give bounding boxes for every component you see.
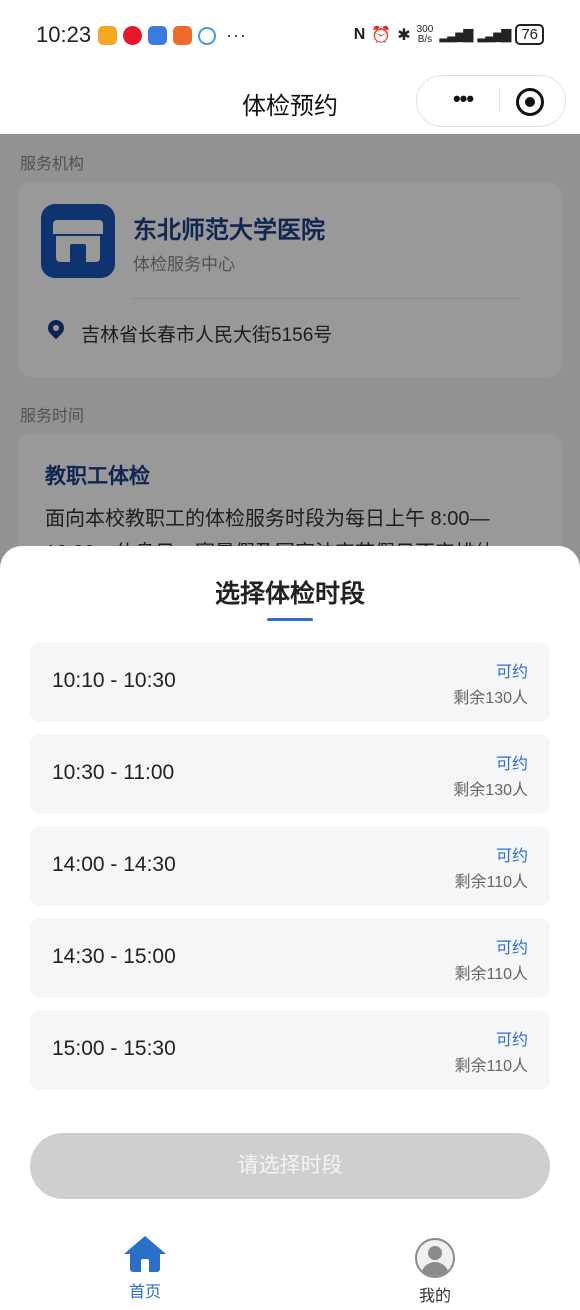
tab-home[interactable]: 首页 — [105, 1236, 185, 1302]
slot-time: 10:10 - 10:30 — [52, 669, 176, 692]
time-slot[interactable]: 10:10 - 10:30 可约 剩余130人 — [30, 642, 550, 722]
slot-time: 14:00 - 14:30 — [52, 853, 176, 876]
tab-me[interactable]: 我的 — [395, 1236, 475, 1306]
time-slot[interactable]: 14:30 - 15:00 可约 剩余110人 — [30, 918, 550, 998]
user-avatar-icon — [415, 1238, 455, 1278]
status-time: 10:23 — [36, 22, 92, 47]
slot-remaining: 剩余110人 — [454, 874, 528, 891]
tab-bar: 首页 我的 — [0, 1218, 580, 1310]
slot-remaining: 剩余110人 — [454, 1058, 528, 1075]
system-icons: N ⏰ ✱ 300 B/s ▂▃▅▇ ▂▃▅▇ 76 — [354, 24, 544, 45]
slot-remaining: 剩余130人 — [453, 690, 528, 707]
alarm-icon: ⏰ — [371, 26, 392, 44]
network-speed: 300 B/s — [416, 23, 434, 45]
capsule-divider — [499, 89, 500, 113]
signal-icon: ▂▃▅▇ — [477, 26, 511, 42]
slot-time: 15:00 - 15:30 — [52, 1037, 176, 1060]
time-slot[interactable]: 14:00 - 14:30 可约 剩余110人 — [30, 826, 550, 906]
bluetooth-icon: ✱ — [397, 26, 411, 44]
time-slot-sheet: 选择体检时段 10:10 - 10:30 可约 剩余130人 10:30 - 1… — [0, 546, 580, 1310]
app-notification-icon — [98, 26, 117, 45]
tab-me-label: 我的 — [418, 1288, 451, 1305]
message-icon — [198, 26, 216, 45]
slot-status: 可约 — [495, 848, 528, 865]
weibo-icon — [123, 26, 142, 45]
slot-status: 可约 — [495, 940, 528, 957]
status-bar: 10:23 ··· N ⏰ ✱ 300 B/s ▂▃▅▇ ▂▃▅▇ 76 — [0, 0, 580, 72]
tab-home-label: 首页 — [128, 1284, 161, 1301]
nfc-icon: N — [353, 25, 366, 43]
slot-time: 14:30 - 15:00 — [52, 945, 176, 968]
slot-time: 10:30 - 11:00 — [52, 761, 175, 784]
slot-remaining: 剩余130人 — [453, 782, 528, 799]
battery-icon: 76 — [515, 24, 544, 45]
app-notification-icon — [148, 26, 167, 45]
slot-status: 可约 — [495, 1032, 528, 1049]
slot-remaining: 剩余110人 — [454, 966, 528, 983]
home-icon — [124, 1236, 166, 1274]
time-slot[interactable]: 15:00 - 15:30 可约 剩余110人 — [30, 1010, 550, 1090]
slot-status: 可约 — [495, 664, 528, 681]
nav-bar: 体检预约 ••• — [0, 72, 580, 134]
select-time-button[interactable]: 请选择时段 — [30, 1133, 550, 1199]
sheet-title: 选择体检时段 — [214, 580, 365, 608]
slot-status: 可约 — [495, 756, 528, 773]
notification-icons: ··· — [98, 25, 247, 46]
close-target-icon[interactable] — [516, 88, 544, 116]
title-underline — [267, 618, 313, 621]
time-slot[interactable]: 10:30 - 11:00 可约 剩余130人 — [30, 734, 550, 814]
more-notifications-icon: ··· — [226, 25, 247, 45]
more-icon[interactable]: ••• — [437, 86, 489, 112]
time-slot-list: 10:10 - 10:30 可约 剩余130人 10:30 - 11:00 可约… — [30, 642, 550, 1102]
app-notification-icon — [173, 26, 192, 45]
signal-icon: ▂▃▅▇ — [439, 26, 473, 42]
mini-program-capsule: ••• — [416, 75, 566, 127]
